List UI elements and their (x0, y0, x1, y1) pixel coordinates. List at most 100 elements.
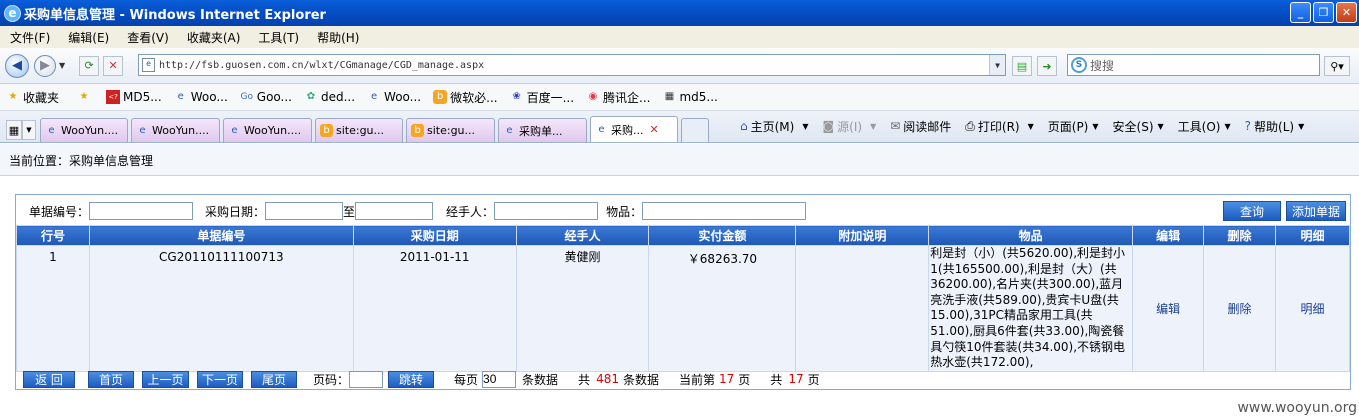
address-dropdown-icon[interactable]: ▼ (989, 55, 1005, 75)
chevron-down-icon: ▼ (870, 121, 877, 131)
forward-button[interactable]: ▶ (34, 54, 56, 77)
quick-tabs-icon[interactable]: ▦ (6, 120, 22, 140)
tab-site-1[interactable]: b site:gu... (315, 118, 403, 142)
window-titlebar: e 采购单信息管理 - Windows Internet Explorer _ … (0, 0, 1359, 26)
prev-page-button[interactable]: 上一页 (142, 370, 189, 388)
handler-name: 黄健刚 (515, 245, 650, 372)
fav-item-md5-2[interactable]: ▦ md5... (662, 90, 718, 104)
menu-bar: 文件(F) 编辑(E) 查看(V) 收藏夹(A) 工具(T) 帮助(H) (0, 26, 1359, 48)
fav-item-md5[interactable]: <? MD5... (106, 90, 162, 104)
bing-icon: b (433, 90, 448, 104)
pages-pre: 共 (770, 372, 783, 387)
stop-icon[interactable]: ✕ (103, 55, 124, 76)
help-menu-button[interactable]: ? 帮助(L) ▼ (1245, 118, 1305, 135)
search-input[interactable]: S 搜搜 (1067, 54, 1320, 76)
query-button[interactable]: 查询 (1223, 201, 1281, 221)
item-label: 物品： (606, 204, 643, 219)
tab-wooyun-1[interactable]: e WooYun.... (40, 118, 128, 142)
menu-favorites[interactable]: 收藏夹(A) (187, 29, 241, 46)
page-menu-button[interactable]: 页面(P) ▼ (1048, 118, 1099, 135)
tools-menu-button[interactable]: 工具(O) ▼ (1178, 118, 1231, 135)
favorites-button[interactable]: ★ 收藏夹 (6, 89, 60, 106)
tab-purchase-1[interactable]: e 采购单... (498, 118, 587, 142)
print-button[interactable]: ⎙ 打印(R) ▼ (965, 118, 1033, 135)
pages-unit: 页 (807, 372, 820, 387)
new-tab-button[interactable] (681, 118, 709, 142)
item-input[interactable] (642, 202, 807, 220)
minimize-button[interactable]: _ (1290, 2, 1311, 23)
maximize-button[interactable]: ❐ (1313, 2, 1334, 23)
col-header: 删除 (1203, 225, 1276, 246)
page-content: 当前位置：采购单信息管理 单据编号： 采购日期： 至 经手人： 物品： 查询 添… (0, 144, 1359, 418)
jump-button[interactable]: 跳转 (388, 370, 435, 388)
safety-menu-button[interactable]: 安全(S) ▼ (1113, 118, 1164, 135)
handler-input[interactable] (494, 202, 599, 220)
address-input[interactable]: e http://fsb.guosen.com.cn/wlxt/CGmanage… (138, 54, 1006, 76)
qq-icon: ◉ (588, 91, 598, 102)
col-header: 经手人 (515, 225, 650, 246)
search-button[interactable]: ⚲▾ (1324, 56, 1350, 76)
address-url: http://fsb.guosen.com.cn/wlxt/CGmanage/C… (159, 59, 485, 71)
fav-item-wooyun-1[interactable]: e Woo... (174, 90, 228, 104)
printer-icon: ⎙ (965, 118, 975, 133)
page-icon: e (142, 58, 155, 72)
detail-link[interactable]: 明细 (1274, 245, 1351, 372)
close-tab-icon[interactable]: ✕ (650, 123, 659, 136)
bing-icon: b (320, 124, 333, 137)
history-dropdown-icon[interactable]: ▼ (59, 61, 65, 70)
feeds-button[interactable]: ◙ 源(I) ▼ (823, 118, 877, 135)
refresh-icon[interactable]: ⟳ (79, 55, 100, 76)
ie-page-icon: e (506, 125, 513, 136)
col-header: 采购日期 (352, 225, 517, 246)
ie-page-icon: e (177, 91, 184, 102)
add-favorite-icon[interactable]: ★ (71, 90, 94, 104)
compat-view-icon[interactable]: ▤ (1012, 56, 1032, 76)
fav-item-baidu[interactable]: ❀ 百度一... (510, 89, 574, 106)
tab-list-icon[interactable]: ▼ (22, 120, 36, 140)
tab-wooyun-3[interactable]: e WooYun.... (223, 118, 312, 142)
help-icon: ? (1244, 119, 1252, 133)
last-page-button[interactable]: 尾页 (251, 370, 297, 388)
ie-page-icon: e (598, 124, 605, 135)
tab-purchase-active[interactable]: e 采购... ✕ (590, 116, 678, 142)
fav-item-bing[interactable]: b 微软必... (433, 89, 498, 106)
back-button[interactable]: ◀ (5, 53, 29, 78)
date-to-input[interactable] (355, 202, 434, 220)
delete-link[interactable]: 删除 (1203, 245, 1276, 372)
add-doc-button[interactable]: 添加单据 (1286, 201, 1346, 221)
per-page-input[interactable] (482, 370, 517, 388)
fav-item-ded[interactable]: ✿ ded... (304, 90, 355, 104)
menu-file[interactable]: 文件(F) (10, 29, 50, 46)
fav-item-google[interactable]: Go Goo... (240, 90, 292, 104)
edit-link[interactable]: 编辑 (1132, 245, 1205, 372)
page-number-input[interactable] (349, 370, 384, 388)
menu-view[interactable]: 查看(V) (127, 29, 169, 46)
fav-item-wooyun-2[interactable]: e Woo... (367, 90, 421, 104)
breadcrumb: 当前位置：采购单信息管理 (0, 144, 1359, 176)
menu-tools[interactable]: 工具(T) (258, 29, 299, 46)
menu-help[interactable]: 帮助(H) (317, 29, 359, 46)
go-icon[interactable]: ➜ (1037, 56, 1057, 76)
tab-wooyun-2[interactable]: e WooYun.... (131, 118, 220, 142)
back-page-button[interactable]: 返 回 (23, 370, 75, 388)
handler-label: 经手人： (446, 204, 495, 219)
doc-number: CG20110111100713 (88, 245, 354, 372)
chevron-down-icon: ▼ (802, 121, 809, 131)
next-page-button[interactable]: 下一页 (197, 370, 243, 388)
table-row: 1 CG20110111100713 2011-01-11 黄健刚 ￥68263… (16, 245, 1351, 372)
soso-search-icon: S (1071, 57, 1087, 73)
read-mail-button[interactable]: ✉ 阅读邮件 (890, 118, 951, 135)
rss-icon: ◙ (822, 119, 835, 133)
doc-no-input[interactable] (89, 202, 194, 220)
leaf-icon: ✿ (306, 91, 316, 102)
total-count: 481 (596, 372, 619, 386)
home-button[interactable]: ⌂ 主页(M) ▼ (740, 118, 809, 135)
menu-edit[interactable]: 编辑(E) (68, 29, 109, 46)
fav-item-qq[interactable]: ◉ 腾讯企... (586, 89, 651, 106)
current-pre: 当前第 (678, 372, 715, 387)
date-from-input[interactable] (265, 202, 344, 220)
page-label: 页码： (313, 372, 350, 387)
tab-site-2[interactable]: b site:gu... (406, 118, 495, 142)
first-page-button[interactable]: 首页 (88, 370, 134, 388)
close-button[interactable]: ✕ (1336, 2, 1357, 23)
